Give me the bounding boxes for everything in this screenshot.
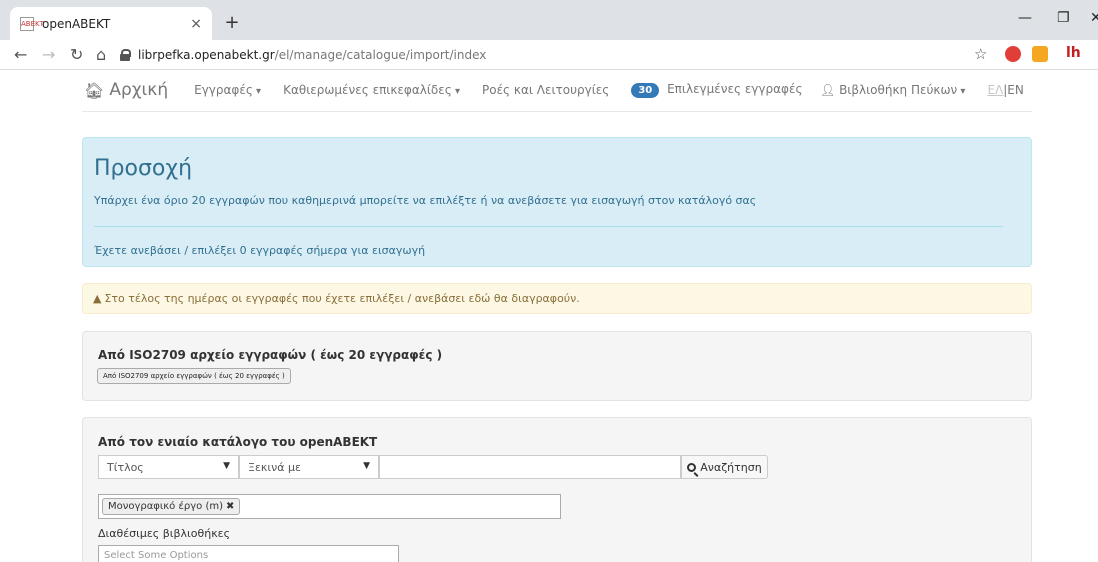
bookmark-star-icon[interactable]: ☆	[974, 45, 987, 63]
iso-import-panel: Από ISO2709 αρχείο εγγραφών ( έως 20 εγγ…	[82, 331, 1032, 401]
back-icon[interactable]: ←	[14, 45, 27, 64]
search-field-value: Τίτλος	[107, 461, 144, 474]
alert-divider	[94, 226, 1003, 227]
search-button[interactable]: Αναζήτηση	[681, 455, 768, 479]
lang-el-link[interactable]: ΕΛ	[987, 83, 1003, 97]
selected-count-badge: 30	[631, 83, 660, 98]
user-icon: 👤︎	[820, 83, 836, 97]
chip-label: Μονογραφικό έργο (m)	[108, 501, 223, 512]
search-field-select[interactable]: Τίτλος ▼	[98, 455, 239, 479]
lock-icon	[120, 49, 131, 61]
forward-icon[interactable]: →	[42, 45, 55, 64]
iso-heading: Από ISO2709 αρχείο εγγραφών ( έως 20 εγγ…	[98, 348, 443, 362]
info-alert: Προσοχή Υπάρχει ένα όριο 20 εγγραφών που…	[82, 137, 1032, 267]
adblock-extension-icon[interactable]	[1005, 46, 1021, 62]
url-path: /el/manage/catalogue/import/index	[274, 48, 487, 62]
record-type-chip: Μονογραφικό έργο (m) ✖	[102, 498, 241, 515]
close-window-icon[interactable]: ✕	[1090, 10, 1098, 26]
nav-divider	[82, 111, 1032, 112]
minimize-icon[interactable]: —	[1018, 10, 1032, 26]
tab-title: openABEKT	[42, 16, 111, 31]
remove-chip-icon[interactable]: ✖	[226, 501, 234, 512]
search-input[interactable]	[379, 455, 681, 479]
search-icon	[687, 462, 697, 472]
chevron-down-icon: ▼	[363, 461, 370, 471]
nav-records[interactable]: Εγγραφές	[194, 83, 261, 97]
home-label: Αρχική	[109, 80, 169, 100]
reload-icon[interactable]: ↻	[70, 45, 83, 64]
warning-alert: ▲ Στο τέλος της ημέρας οι εγγραφές που έχ…	[82, 283, 1032, 314]
selected-records-label: Επιλεγμένες εγγραφές	[667, 82, 803, 96]
match-type-select[interactable]: Ξεκινά με ▼	[239, 455, 379, 479]
site-favicon-icon: ΑΒΕΚΤ	[20, 16, 44, 31]
lh-extension-icon[interactable]: lh	[1066, 45, 1081, 61]
address-bar: ← → ↻ ⌂ librpefka.openabekt.gr/el/manage…	[0, 40, 1098, 70]
uploaded-count-notice: Έχετε ανεβάσει / επιλέξει 0 εγγραφές σήμ…	[94, 244, 426, 257]
app-navbar: 🏠︎ Αρχική Εγγραφές Καθιερωμένες επικεφαλ…	[64, 72, 1034, 108]
libraries-multiselect[interactable]: Select Some Options	[98, 545, 399, 562]
extension-icon[interactable]	[1032, 46, 1048, 62]
nav-selected-records[interactable]: 30 Επιλεγμένες εγγραφές	[631, 82, 802, 98]
libraries-label: Διαθέσιμες βιβλιοθήκες	[98, 527, 231, 540]
restore-icon[interactable]: ❐	[1057, 10, 1070, 26]
iso-file-button[interactable]: Από ISO2709 αρχείο εγγραφών ( έως 20 εγγ…	[97, 368, 291, 384]
nav-headings[interactable]: Καθιερωμένες επικεφαλίδες	[283, 83, 460, 97]
new-tab-button[interactable]: +	[220, 12, 244, 36]
browser-tab[interactable]: ΑΒΕΚΤ openABEKT ×	[10, 7, 212, 40]
warning-icon: ▲	[93, 292, 102, 305]
library-label: Βιβλιοθήκη Πεύκων	[839, 83, 965, 97]
record-type-multiselect[interactable]: Μονογραφικό έργο (m) ✖	[98, 494, 561, 519]
nav-library-menu[interactable]: 👤︎ Βιβλιοθήκη Πεύκων	[820, 83, 965, 97]
warning-text: Στο τέλος της ημέρας οι εγγραφές που έχε…	[104, 292, 580, 305]
limit-notice: Υπάρχει ένα όριο 20 εγγραφών που καθημερ…	[94, 194, 757, 207]
catalog-search-panel: Από τον ενιαίο κατάλογο του openABEKT Τί…	[82, 417, 1032, 562]
close-tab-icon[interactable]: ×	[190, 16, 202, 32]
browser-tabbar: ΑΒΕΚΤ openABEKT × + — ❐ ✕	[0, 0, 1098, 40]
nav-flows[interactable]: Ροές και Λειτουργίες	[482, 83, 609, 97]
chevron-down-icon: ▼	[223, 461, 230, 471]
url-host: librpefka.openabekt.gr	[138, 48, 275, 62]
home-link[interactable]: 🏠︎ Αρχική	[84, 80, 168, 100]
home-icon: 🏠︎	[84, 80, 105, 100]
alert-title: Προσοχή	[94, 156, 193, 181]
url-field[interactable]: librpefka.openabekt.gr/el/manage/catalog…	[120, 43, 1000, 67]
lang-en-link[interactable]: EN	[1007, 83, 1024, 97]
search-button-label: Αναζήτηση	[700, 460, 762, 474]
catalog-heading: Από τον ενιαίο κατάλογο του openABEKT	[98, 435, 378, 449]
match-type-value: Ξεκινά με	[248, 461, 301, 474]
home-browser-icon[interactable]: ⌂	[96, 45, 106, 64]
